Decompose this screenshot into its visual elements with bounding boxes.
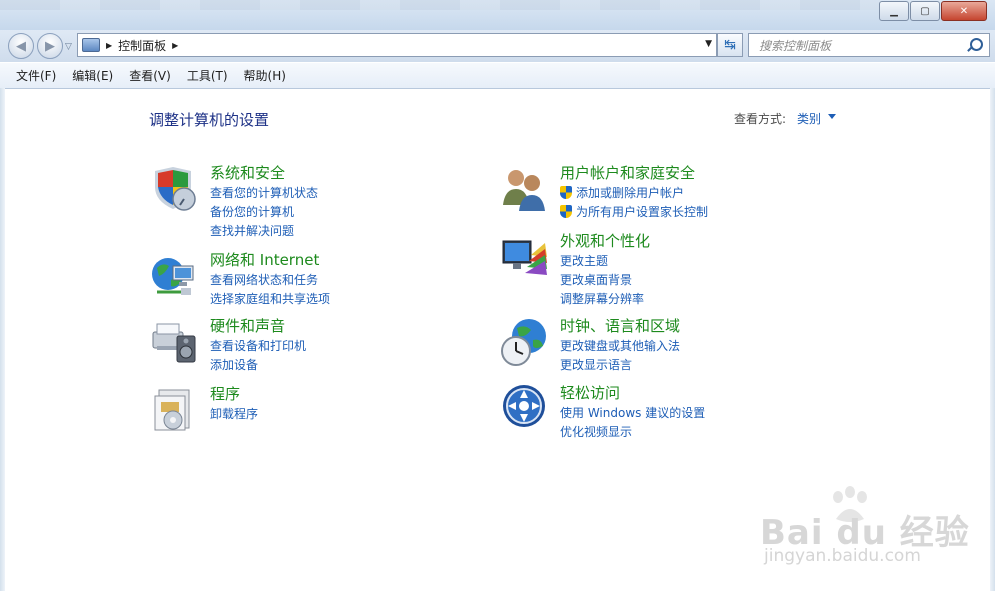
link-optimize-display[interactable]: 优化视频显示 — [560, 423, 705, 442]
link-add-device[interactable]: 添加设备 — [210, 356, 306, 375]
category-title[interactable]: 程序 — [210, 383, 258, 405]
page-title: 调整计算机的设置 — [149, 111, 270, 129]
uac-shield-icon — [560, 186, 572, 199]
link-view-status[interactable]: 查看您的计算机状态 — [210, 184, 318, 203]
menu-tools[interactable]: 工具(T) — [181, 67, 234, 84]
user-accounts-icon — [503, 170, 545, 211]
menu-help[interactable]: 帮助(H) — [238, 67, 292, 84]
title-bar: ▁ ▢ ✕ — [0, 0, 995, 30]
uac-shield-icon — [560, 205, 572, 218]
menu-edit[interactable]: 编辑(E) — [66, 67, 119, 84]
baidu-watermark-url: jingyan.baidu.com — [764, 546, 921, 566]
programs-icon — [154, 389, 190, 431]
link-desktop-background[interactable]: 更改桌面背景 — [560, 271, 650, 290]
breadcrumb-separator[interactable]: ▶ — [172, 41, 178, 50]
category-title[interactable]: 用户帐户和家庭安全 — [560, 162, 708, 184]
menu-file[interactable]: 文件(F) — [10, 67, 62, 84]
breadcrumb-separator[interactable]: ▶ — [106, 41, 112, 50]
category-title[interactable]: 外观和个性化 — [560, 230, 650, 252]
view-by-label: 查看方式: — [734, 112, 787, 126]
background-ghost — [0, 0, 880, 10]
close-button[interactable]: ✕ — [941, 1, 987, 21]
control-panel-icon — [82, 38, 100, 52]
link-troubleshoot[interactable]: 查找并解决问题 — [210, 222, 318, 241]
recent-pages-dropdown[interactable]: ▽ — [65, 42, 72, 52]
category-title[interactable]: 轻松访问 — [560, 382, 705, 404]
system-security-icon — [155, 167, 196, 211]
link-keyboard-input[interactable]: 更改键盘或其他输入法 — [560, 337, 680, 356]
link-label[interactable]: 为所有用户设置家长控制 — [576, 205, 708, 219]
category-title[interactable]: 系统和安全 — [210, 162, 318, 184]
link-network-status[interactable]: 查看网络状态和任务 — [210, 271, 330, 290]
search-input[interactable]: 搜索控制面板 — [759, 37, 831, 54]
link-change-theme[interactable]: 更改主题 — [560, 252, 650, 271]
link-parental-controls[interactable]: 为所有用户设置家长控制 — [560, 203, 708, 222]
category-title[interactable]: 网络和 Internet — [210, 249, 330, 271]
view-by-dropdown[interactable]: 类别 — [797, 110, 821, 127]
link-label[interactable]: 添加或删除用户帐户 — [576, 186, 684, 200]
back-button[interactable]: ◀ — [8, 33, 34, 59]
menu-view[interactable]: 查看(V) — [123, 67, 177, 84]
maximize-button[interactable]: ▢ — [910, 1, 940, 21]
forward-arrow-icon: ▶ — [45, 38, 55, 54]
ease-of-access-icon — [503, 385, 545, 427]
refresh-icon: ↹ — [724, 37, 736, 53]
navigation-bar: ◀ ▶ ▽ ▶ 控制面板 ▶ ▼ ↹ 搜索控制面板 — [0, 30, 995, 62]
breadcrumb-control-panel[interactable]: 控制面板 — [118, 37, 166, 54]
category-title[interactable]: 时钟、语言和区域 — [560, 315, 680, 337]
link-uninstall[interactable]: 卸载程序 — [210, 405, 258, 424]
link-screen-resolution[interactable]: 调整屏幕分辨率 — [560, 290, 650, 309]
forward-button[interactable]: ▶ — [37, 33, 63, 59]
right-frame — [990, 88, 995, 591]
link-add-remove-users[interactable]: 添加或删除用户帐户 — [560, 184, 708, 203]
menu-bar: 文件(F) 编辑(E) 查看(V) 工具(T) 帮助(H) — [0, 63, 995, 89]
search-box[interactable]: 搜索控制面板 — [748, 33, 990, 57]
link-homegroup[interactable]: 选择家庭组和共享选项 — [210, 290, 330, 309]
view-by-chevron-icon[interactable] — [828, 114, 836, 119]
link-backup[interactable]: 备份您的计算机 — [210, 203, 318, 222]
minimize-button[interactable]: ▁ — [879, 1, 909, 21]
search-icon[interactable] — [970, 38, 983, 51]
back-arrow-icon: ◀ — [16, 38, 26, 54]
window-controls: ▁ ▢ ✕ — [878, 1, 987, 21]
link-recommended-settings[interactable]: 使用 Windows 建议的设置 — [560, 404, 705, 423]
address-dropdown-icon[interactable]: ▼ — [705, 39, 712, 49]
network-icon — [152, 258, 194, 295]
link-display-language[interactable]: 更改显示语言 — [560, 356, 680, 375]
refresh-button[interactable]: ↹ — [717, 33, 743, 57]
link-devices-printers[interactable]: 查看设备和打印机 — [210, 337, 306, 356]
address-bar[interactable]: ▶ 控制面板 ▶ ▼ — [77, 33, 717, 57]
appearance-icon — [502, 240, 547, 275]
hardware-sound-icon — [152, 323, 196, 363]
clock-language-icon — [501, 319, 546, 366]
left-frame — [0, 88, 5, 591]
category-title[interactable]: 硬件和声音 — [210, 315, 306, 337]
